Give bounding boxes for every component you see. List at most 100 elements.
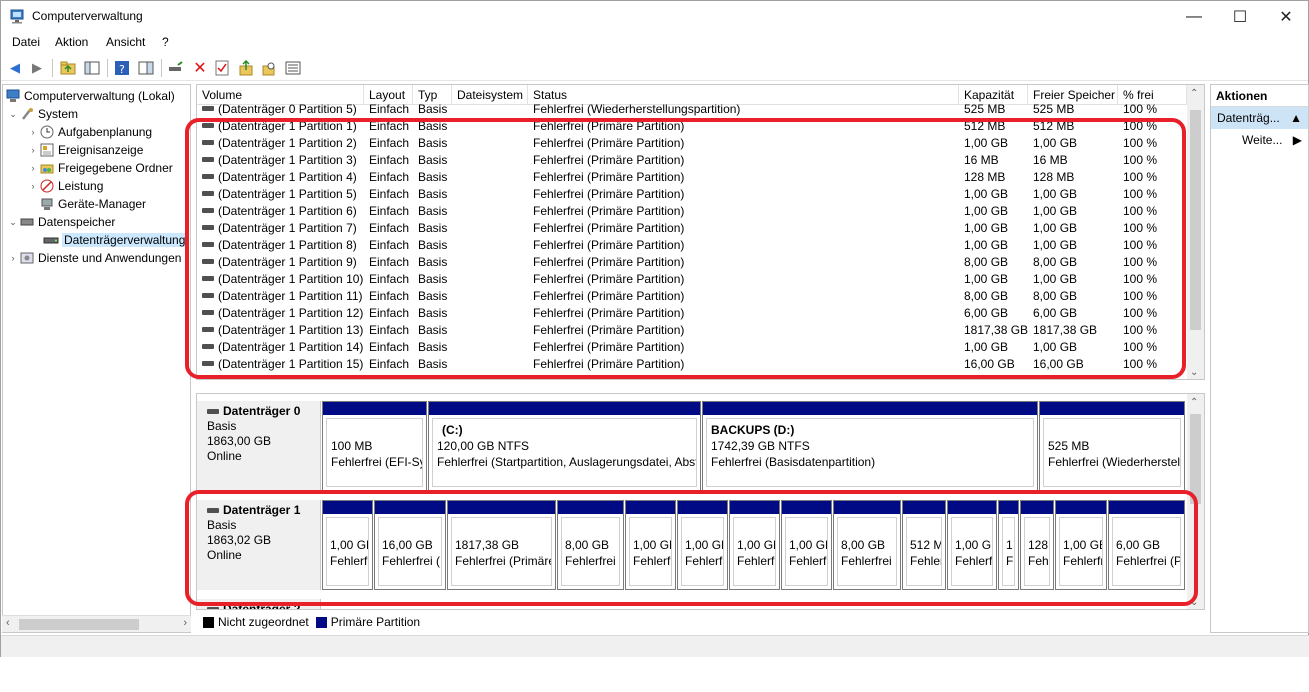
cell-prozent-frei: 100 %	[1123, 340, 1158, 354]
cell-volume-name: (Datenträger 1 Partition 6)	[202, 203, 364, 220]
back-arrow-icon[interactable]: ◀	[6, 59, 24, 77]
help-icon[interactable]: ?	[113, 59, 131, 77]
disk-1-partition[interactable]: 8,00 GB Fehlerfrei	[557, 500, 624, 590]
cell-kapazitaet: 128 MB	[964, 170, 1006, 184]
disk-1-info[interactable]: Datenträger 1 Basis 1863,02 GB Online	[197, 500, 321, 590]
menu-aktion[interactable]: Aktion	[55, 35, 88, 49]
disk-1-partition[interactable]: 1817,38 GB Fehlerfrei (Primäre	[447, 500, 556, 590]
disk-1-partition[interactable]: 6,00 GB Fehlerfrei (Primäre	[1108, 500, 1185, 590]
forward-arrow-icon[interactable]: ▶	[28, 59, 46, 77]
connect-drive-icon[interactable]	[167, 59, 185, 77]
volume-row[interactable]: (Datenträger 1 Partition 12) Einfach Basis…	[197, 305, 1187, 322]
checklist-icon[interactable]	[213, 59, 231, 77]
disk-1-partition[interactable]: 1,00 GB Fehlerfrei	[729, 500, 780, 590]
scroll-thumb[interactable]	[19, 619, 139, 630]
chevron-right-icon[interactable]: ›	[27, 127, 39, 137]
disk-1-partition[interactable]: 1,00 GB Fehlerfrei	[781, 500, 832, 590]
chevron-down-icon[interactable]: ⌄	[7, 109, 19, 120]
partition-size: 512 MB	[910, 538, 941, 552]
actions-selected-item[interactable]: Datenträg... ▲	[1211, 107, 1308, 129]
cell-layout: Einfach	[369, 255, 410, 269]
volume-row[interactable]: (Datenträger 1 Partition 9) Einfach Basis F…	[197, 254, 1187, 271]
maximize-button[interactable]: ☐	[1217, 1, 1263, 32]
cell-status: Fehlerfrei (Primäre Partition)	[533, 238, 685, 252]
disk-1-partition[interactable]: 1,00 GB Fehlerfrei	[947, 500, 997, 590]
tree-item-leistung[interactable]: › Leistung	[27, 177, 104, 195]
menu-help[interactable]: ?	[162, 35, 169, 49]
disk-1-partition[interactable]: 128 Fehl	[1020, 500, 1054, 590]
cell-dateisystem	[457, 339, 528, 356]
scroll-down-icon[interactable]: ⌄	[1190, 367, 1198, 378]
scroll-thumb[interactable]	[1190, 110, 1201, 330]
up-folder-icon[interactable]	[59, 59, 77, 77]
chevron-down-icon[interactable]: ⌄	[7, 217, 19, 228]
chevron-right-icon[interactable]: ›	[7, 253, 19, 263]
volume-row[interactable]: (Datenträger 1 Partition 3) Einfach Basis F…	[197, 152, 1187, 169]
volume-row[interactable]: (Datenträger 1 Partition 11) Einfach Basis…	[197, 288, 1187, 305]
close-button[interactable]: ✕	[1263, 1, 1309, 32]
tree-item-datentraegerverwaltung[interactable]: Datenträgerverwaltung	[43, 231, 188, 249]
disk-1-partition[interactable]: 8,00 GB Fehlerfrei	[833, 500, 901, 590]
disk-panel-scrollbar[interactable]: ⌃ ⌄	[1187, 394, 1204, 609]
volume-row[interactable]: (Datenträger 1 Partition 7) Einfach Basis F…	[197, 220, 1187, 237]
disk-0-partition-c[interactable]: (C:) 120,00 GB NTFS Fehlerfrei (Startparti…	[428, 401, 701, 491]
minimize-button[interactable]: —	[1171, 1, 1217, 32]
scroll-right-icon[interactable]: ›	[183, 617, 187, 629]
disk-2-info[interactable]: Datenträger 2	[197, 599, 321, 609]
volume-row[interactable]: (Datenträger 1 Partition 15) Einfach Basis…	[197, 356, 1187, 373]
volume-icon	[202, 174, 214, 180]
properties-pane-icon[interactable]	[137, 59, 155, 77]
disk-1-partition[interactable]: 1,00 GB Fehlerfrei	[322, 500, 373, 590]
tree-item-geraete-manager[interactable]: Geräte-Manager	[39, 195, 146, 213]
partition-status: Fehlerfrei	[737, 554, 775, 568]
tree-item-aufgabenplanung[interactable]: › Aufgabenplanung	[27, 123, 153, 141]
tree-item-dienste[interactable]: › Dienste und Anwendungen	[7, 249, 182, 267]
chevron-right-icon[interactable]: ›	[27, 145, 39, 155]
volume-row[interactable]: (Datenträger 1 Partition 13) Einfach Basis…	[197, 322, 1187, 339]
search-folder-icon[interactable]	[260, 59, 278, 77]
scroll-up-icon[interactable]: ⌃	[1190, 397, 1198, 408]
scroll-down-icon[interactable]: ⌄	[1190, 597, 1198, 608]
volume-row[interactable]: (Datenträger 1 Partition 2) Einfach Basis F…	[197, 135, 1187, 152]
actions-more-item[interactable]: Weite... ▶	[1211, 129, 1308, 151]
tree-item-system[interactable]: ⌄ System	[7, 105, 78, 123]
disk-0-partition-efi[interactable]: 100 MBFehlerfrei (EFI-Systempartition)	[322, 401, 427, 491]
disk-1-partition[interactable]: 1F	[998, 500, 1019, 590]
disk-1-partition[interactable]: 16,00 GB Fehlerfrei (	[374, 500, 446, 590]
volume-row[interactable]: (Datenträger 1 Partition 5) Einfach Basis F…	[197, 186, 1187, 203]
volume-row[interactable]: (Datenträger 0 Partition 5) Einfach Basis F…	[197, 101, 1187, 118]
tree-item-datenspeicher[interactable]: ⌄ Datenspeicher	[7, 213, 115, 231]
disk-0-info[interactable]: Datenträger 0 Basis 1863,00 GB Online	[197, 401, 321, 491]
volume-row[interactable]: (Datenträger 1 Partition 4) Einfach Basis F…	[197, 169, 1187, 186]
disk-0-partition-d[interactable]: BACKUPS (D:) 1742,39 GB NTFS Fehlerfrei (B…	[702, 401, 1038, 491]
cell-freier-speicher: 525 MB	[1033, 102, 1075, 116]
tree-horizontal-scrollbar[interactable]: ‹ ›	[2, 615, 191, 632]
menu-ansicht[interactable]: Ansicht	[106, 35, 145, 49]
volume-row[interactable]: (Datenträger 1 Partition 1) Einfach Basis F…	[197, 118, 1187, 135]
volume-row[interactable]: (Datenträger 1 Partition 14) Einfach Basis…	[197, 339, 1187, 356]
chevron-right-icon[interactable]: ›	[27, 181, 39, 191]
scroll-up-icon[interactable]: ⌃	[1190, 88, 1198, 99]
scroll-thumb[interactable]	[1190, 414, 1201, 504]
tree-item-freigegebene-ordner[interactable]: › Freigegebene Ordner	[27, 159, 173, 177]
disk-1-partition[interactable]: 1,00 GB Fehlerfrei	[1055, 500, 1107, 590]
collapse-up-icon[interactable]: ▲	[1290, 107, 1302, 129]
tree-item-root[interactable]: Computerverwaltung (Lokal)	[5, 87, 175, 105]
menu-bar: Datei Aktion Ansicht ?	[1, 33, 1308, 53]
delete-icon[interactable]: ✕	[191, 59, 209, 77]
scroll-left-icon[interactable]: ‹	[6, 617, 10, 629]
tree-item-ereignisanzeige[interactable]: › Ereignisanzeige	[27, 141, 144, 159]
volume-row[interactable]: (Datenträger 1 Partition 10) Einfach Basis…	[197, 271, 1187, 288]
list-view-icon[interactable]	[284, 59, 302, 77]
disk-1-partition[interactable]: 512 MB Fehlerfrei	[902, 500, 946, 590]
chevron-right-icon[interactable]: ›	[27, 163, 39, 173]
disk-1-partition[interactable]: 1,00 GB Fehlerfrei	[677, 500, 728, 590]
volume-row[interactable]: (Datenträger 1 Partition 6) Einfach Basis F…	[197, 203, 1187, 220]
show-hide-tree-icon[interactable]	[83, 59, 101, 77]
volume-list-scrollbar[interactable]: ⌃ ⌄	[1187, 85, 1204, 379]
disk-0-partition-recovery[interactable]: 525 MBFehlerfrei (Wiederherstellungspart…	[1039, 401, 1185, 491]
volume-row[interactable]: (Datenträger 1 Partition 8) Einfach Basis F…	[197, 237, 1187, 254]
menu-datei[interactable]: Datei	[12, 35, 40, 49]
disk-1-partition[interactable]: 1,00 GB Fehlerfrei	[625, 500, 676, 590]
folder-up-icon[interactable]	[237, 59, 255, 77]
